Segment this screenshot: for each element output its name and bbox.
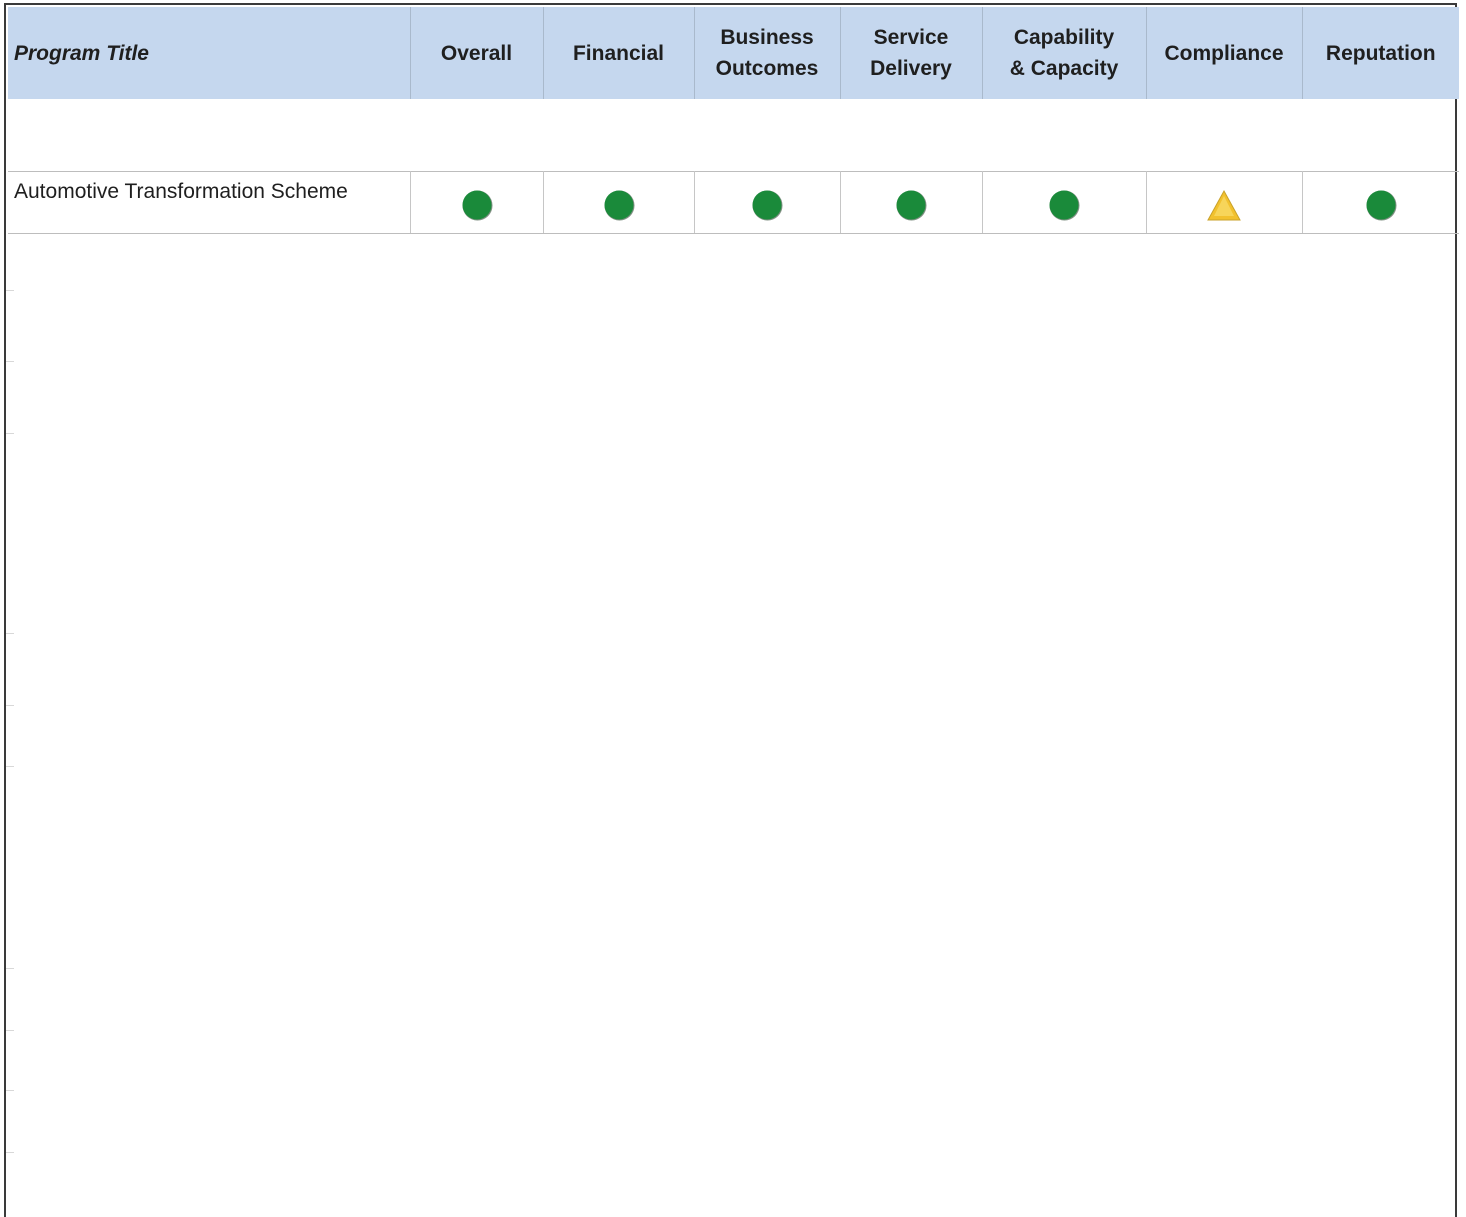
- header-capability-capacity: Capability & Capacity: [982, 7, 1147, 99]
- header-service-delivery: Service Delivery: [840, 7, 983, 99]
- table-row: Automotive Transformation Scheme: [8, 171, 1459, 234]
- header-compliance: Compliance: [1146, 7, 1303, 99]
- green-status-circle-icon: [460, 188, 494, 222]
- header-capability-line1: Capability: [1013, 26, 1115, 49]
- green-status-circle-icon: [602, 188, 636, 222]
- gridline-tick: [6, 633, 14, 634]
- header-program-title: Program Title: [8, 7, 411, 99]
- gridline-tick: [6, 766, 14, 767]
- header-overall: Overall: [410, 7, 544, 99]
- business-outcomes-status-cell: [694, 171, 841, 234]
- green-status-circle-icon: [750, 188, 784, 222]
- reputation-status-cell: [1302, 171, 1459, 234]
- overall-status-cell: [410, 171, 544, 234]
- gridline-tick: [6, 361, 14, 362]
- compliance-status-cell: [1146, 171, 1303, 234]
- program-status-table: Program Title Overall Financial Business…: [8, 7, 1459, 234]
- header-service-delivery-line1: Service: [873, 26, 949, 49]
- green-status-circle-icon: [1047, 188, 1081, 222]
- header-row: Program Title Overall Financial Business…: [8, 7, 1459, 99]
- service-delivery-status-cell: [840, 171, 983, 234]
- spacer-row: [8, 99, 1459, 172]
- program-name-cell: Automotive Transformation Scheme: [8, 171, 411, 234]
- header-business-outcomes-line1: Business: [720, 26, 814, 49]
- gridline-tick: [6, 1152, 14, 1153]
- gridline-tick: [6, 1030, 14, 1031]
- financial-status-cell: [543, 171, 695, 234]
- gridline-tick: [6, 705, 14, 706]
- header-reputation: Reputation: [1302, 7, 1459, 99]
- header-capability-line2: & Capacity: [1009, 57, 1119, 80]
- green-status-circle-icon: [1364, 188, 1398, 222]
- gridline-tick: [6, 433, 14, 434]
- gridline-tick: [6, 290, 14, 291]
- capability-capacity-status-cell: [982, 171, 1147, 234]
- header-business-outcomes: Business Outcomes: [694, 7, 841, 99]
- header-business-outcomes-line2: Outcomes: [715, 57, 819, 80]
- header-financial: Financial: [543, 7, 695, 99]
- gridline-tick: [6, 1090, 14, 1091]
- green-status-circle-icon: [894, 188, 928, 222]
- amber-warning-triangle-icon: [1207, 188, 1241, 222]
- header-service-delivery-line2: Delivery: [870, 57, 952, 80]
- status-report-sheet: Program Title Overall Financial Business…: [4, 3, 1459, 1217]
- gridline-tick: [6, 968, 14, 969]
